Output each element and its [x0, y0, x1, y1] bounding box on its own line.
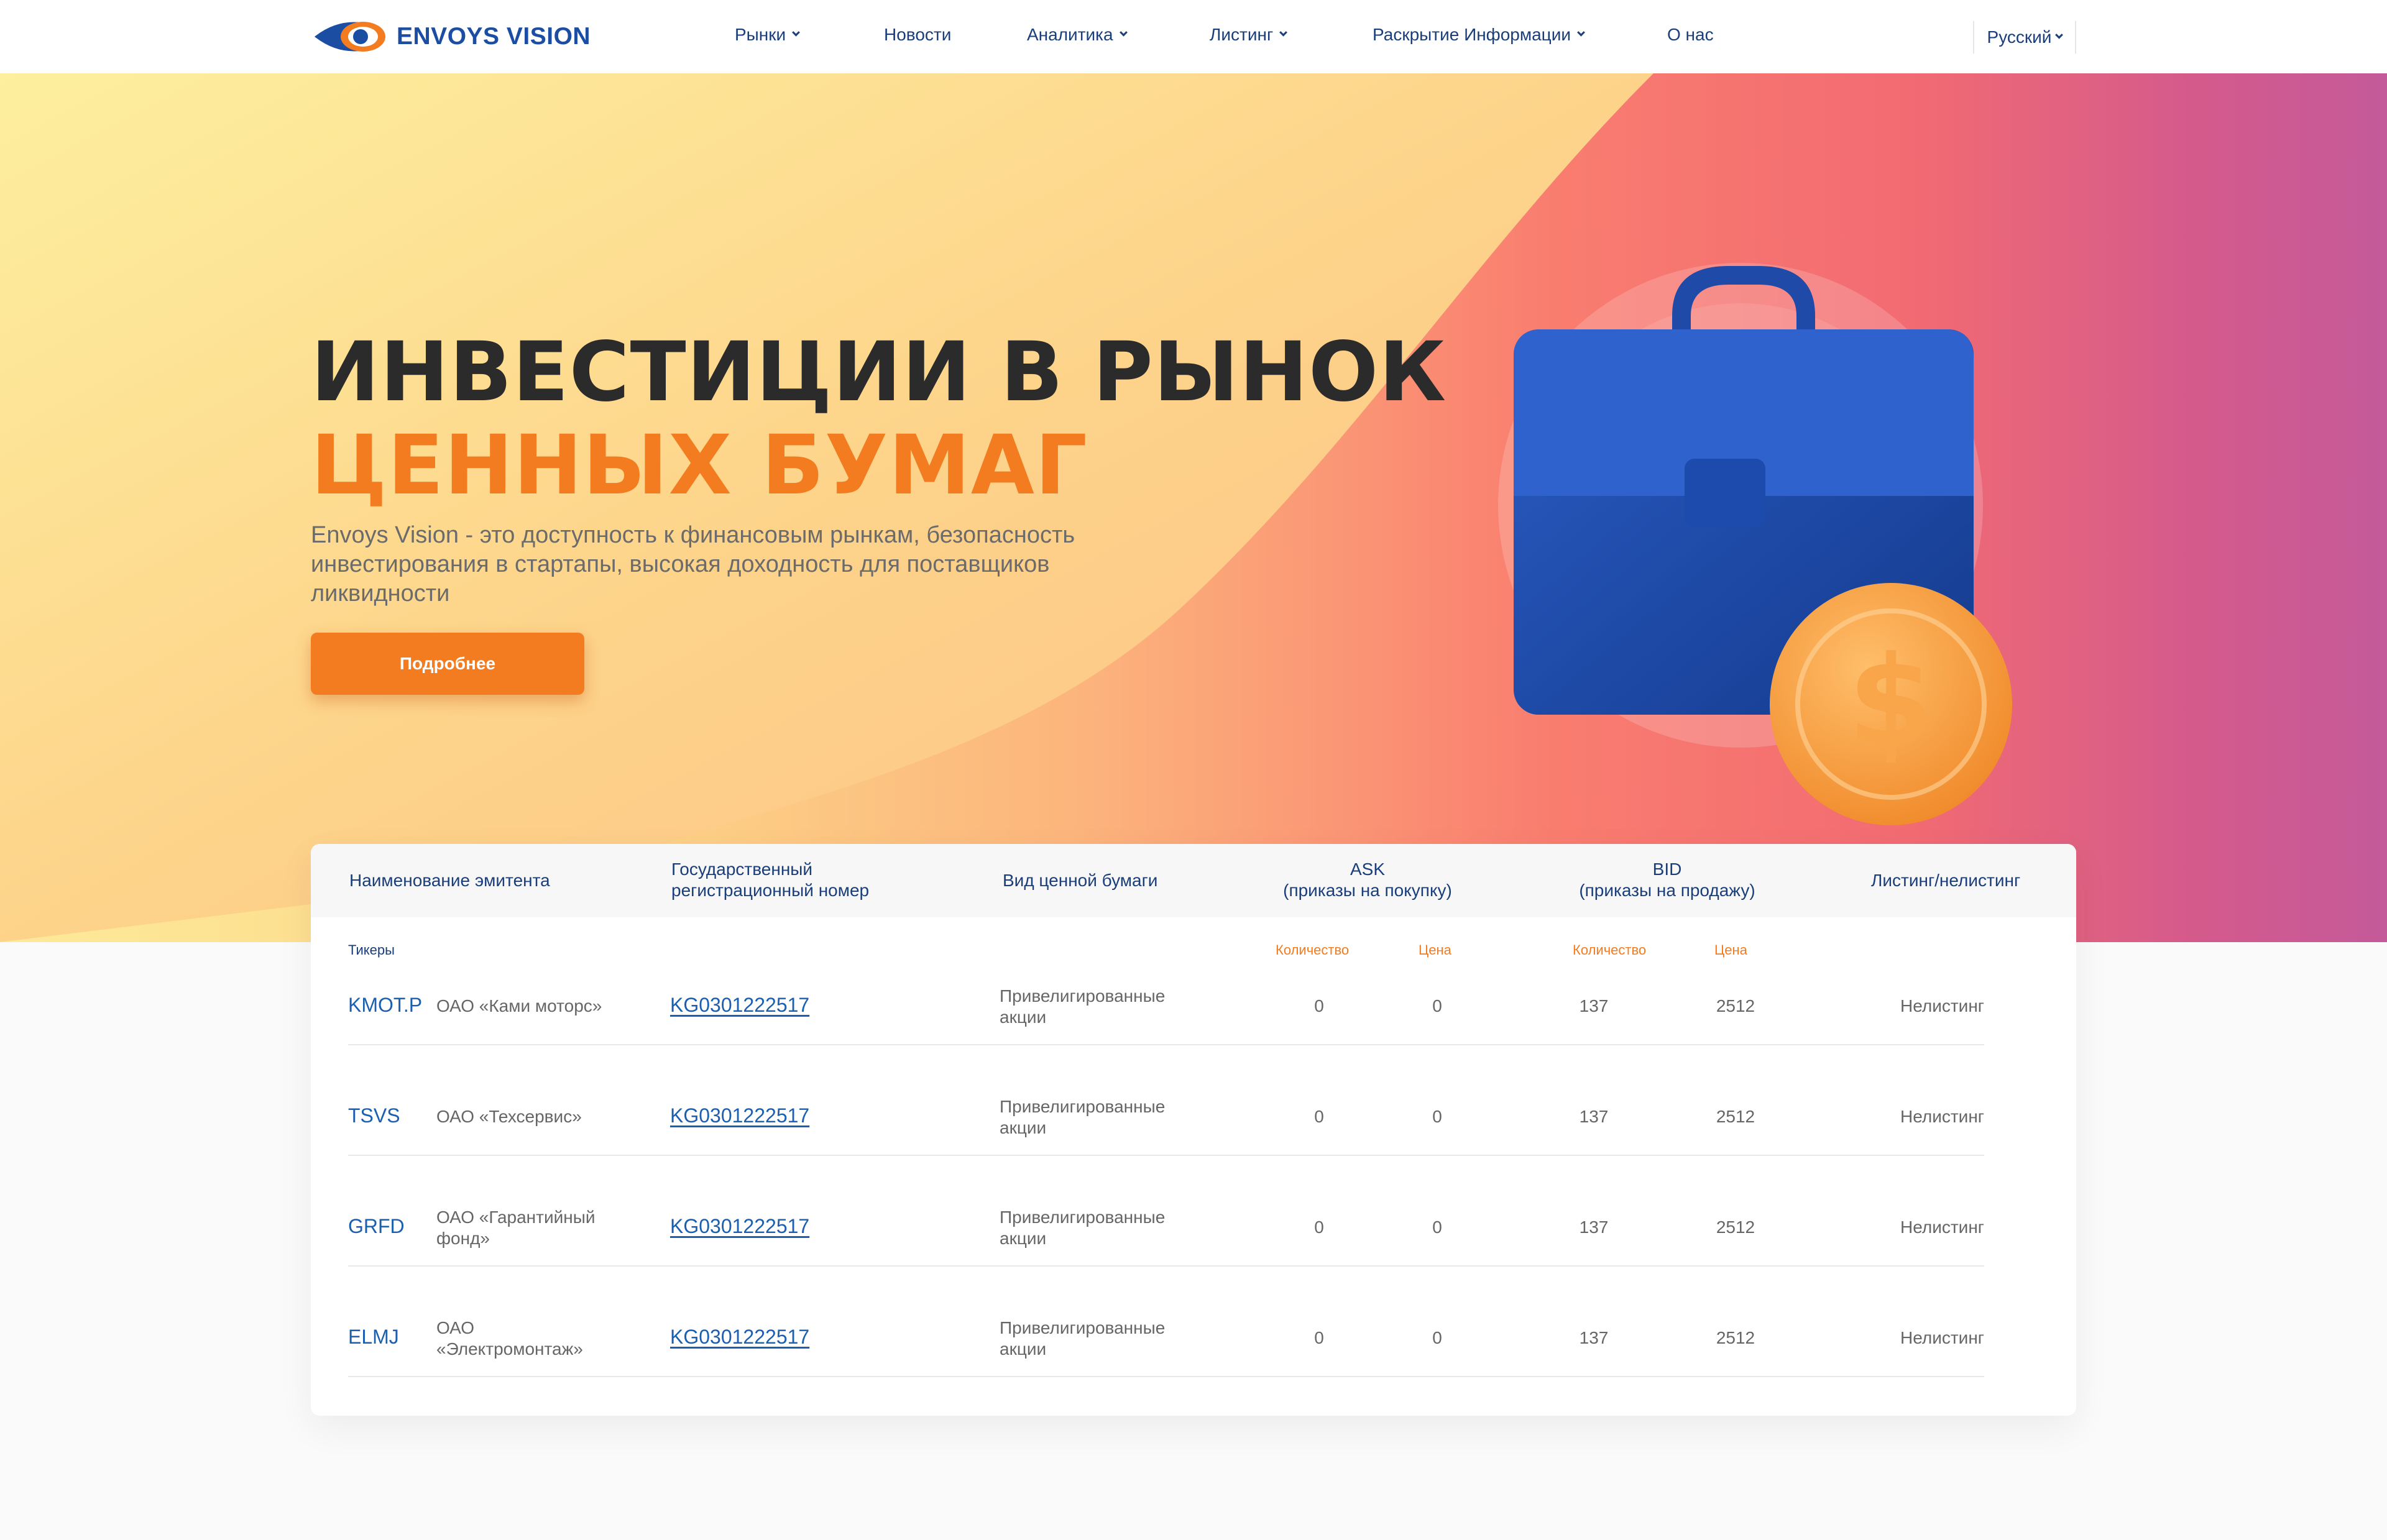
bid-quantity: 137 [1579, 1328, 1609, 1347]
issuer-name: ОАО «Гарантийный фонд» [436, 1208, 596, 1248]
security-type: Привелигированные акции [1000, 1208, 1166, 1248]
ticker[interactable]: KMOT.P [348, 994, 422, 1015]
ticker[interactable]: GRFD [348, 1216, 405, 1237]
ask-price: 0 [1432, 1217, 1442, 1237]
listing-status: Нелистинг [1900, 1107, 1984, 1126]
hero-title: ИНВЕСТИЦИИ В РЫНОК ЦЕННЫХ БУМАГ [311, 326, 1446, 512]
security-type: Привелигированные акции [1000, 1318, 1166, 1359]
nav-label: Аналитика [1027, 25, 1113, 44]
nav-item-markets[interactable]: Рынки [735, 25, 801, 45]
nav-item-analytics[interactable]: Аналитика [1027, 25, 1128, 45]
security-type: Привелигированные акции [1000, 1097, 1166, 1137]
table-row[interactable]: GRFD ОАО «Гарантийный фонд» KG0301222517… [348, 1204, 1984, 1267]
chevron-down-icon [2055, 30, 2064, 39]
ask-quantity: 0 [1314, 1328, 1324, 1347]
issuer-name: ОАО «Электромонтаж» [436, 1318, 583, 1359]
hero-description: Envoys Vision - это доступность к финанс… [311, 522, 1075, 607]
bid-price: 2512 [1716, 1328, 1755, 1347]
table-body: KMOT.P ОАО «Ками моторс» KG0301222517 Пр… [311, 844, 2076, 1416]
registration-number-link[interactable]: KG0301222517 [670, 1216, 809, 1237]
briefcase-coin-illustration: $ [1498, 263, 2012, 825]
nav-item-listing[interactable]: Листинг [1210, 25, 1288, 45]
brand-name: ENVOYS VISION [397, 23, 591, 50]
bid-quantity: 137 [1579, 1217, 1609, 1237]
top-navigation: ENVOYS VISION Рынки Новости Аналитика Ли… [0, 0, 2387, 73]
registration-number-link[interactable]: KG0301222517 [670, 1105, 809, 1126]
listing-status: Нелистинг [1900, 996, 1984, 1015]
bid-price: 2512 [1716, 1107, 1755, 1126]
nav-label: Рынки [735, 25, 786, 44]
listing-status: Нелистинг [1900, 1217, 1984, 1237]
bid-price: 2512 [1716, 996, 1755, 1015]
nav-item-news[interactable]: Новости [884, 25, 951, 45]
nav-label: Раскрытие Информации [1373, 25, 1571, 44]
bid-quantity: 137 [1579, 996, 1609, 1015]
nav-item-disclosure[interactable]: Раскрытие Информации [1373, 25, 1585, 45]
hero-title-line1: ИНВЕСТИЦИИ В РЫНОК [311, 324, 1447, 420]
eye-logo-icon [315, 22, 385, 52]
chevron-down-icon [1279, 28, 1288, 37]
registration-number-link[interactable]: KG0301222517 [670, 994, 809, 1015]
registration-number-link[interactable]: KG0301222517 [670, 1326, 809, 1347]
language-label: Русский [1987, 27, 2052, 47]
ask-quantity: 0 [1314, 1107, 1324, 1126]
chevron-down-icon [792, 28, 801, 37]
issuer-name: ОАО «Ками моторс» [436, 996, 602, 1015]
ask-price: 0 [1432, 1107, 1442, 1126]
nav-item-about[interactable]: О нас [1667, 25, 1714, 45]
language-selector[interactable]: Русский [1973, 21, 2076, 53]
more-button[interactable]: Подробнее [311, 633, 584, 695]
nav-label: Листинг [1210, 25, 1274, 44]
bid-price: 2512 [1716, 1217, 1755, 1237]
security-type: Привелигированные акции [1000, 986, 1166, 1027]
ask-price: 0 [1432, 996, 1442, 1015]
bid-quantity: 137 [1579, 1107, 1609, 1126]
ask-quantity: 0 [1314, 996, 1324, 1015]
ticker[interactable]: ELMJ [348, 1326, 399, 1347]
chevron-down-icon [1577, 28, 1585, 37]
nav-label: Новости [884, 25, 952, 44]
hero-title-line2: ЦЕННЫХ БУМАГ [311, 418, 1088, 513]
issuer-name: ОАО «Техсервис» [436, 1107, 582, 1126]
table-row[interactable]: TSVS ОАО «Техсервис» KG0301222517 Привел… [348, 1094, 1984, 1156]
table-row[interactable]: KMOT.P ОАО «Ками моторс» KG0301222517 Пр… [348, 983, 1984, 1045]
ticker[interactable]: TSVS [348, 1105, 400, 1126]
ask-price: 0 [1432, 1328, 1442, 1347]
ask-quantity: 0 [1314, 1217, 1324, 1237]
hero-banner: ИНВЕСТИЦИИ В РЫНОК ЦЕННЫХ БУМАГ Envoys V… [0, 73, 2387, 942]
brand-logo[interactable]: ENVOYS VISION [311, 17, 591, 56]
svg-text:$: $ [1847, 630, 1934, 774]
chevron-down-icon [1119, 28, 1128, 37]
nav-label: О нас [1667, 25, 1714, 44]
table-row[interactable]: ELMJ ОАО «Электромонтаж» KG0301222517 Пр… [348, 1315, 1984, 1377]
listing-status: Нелистинг [1900, 1328, 1984, 1347]
